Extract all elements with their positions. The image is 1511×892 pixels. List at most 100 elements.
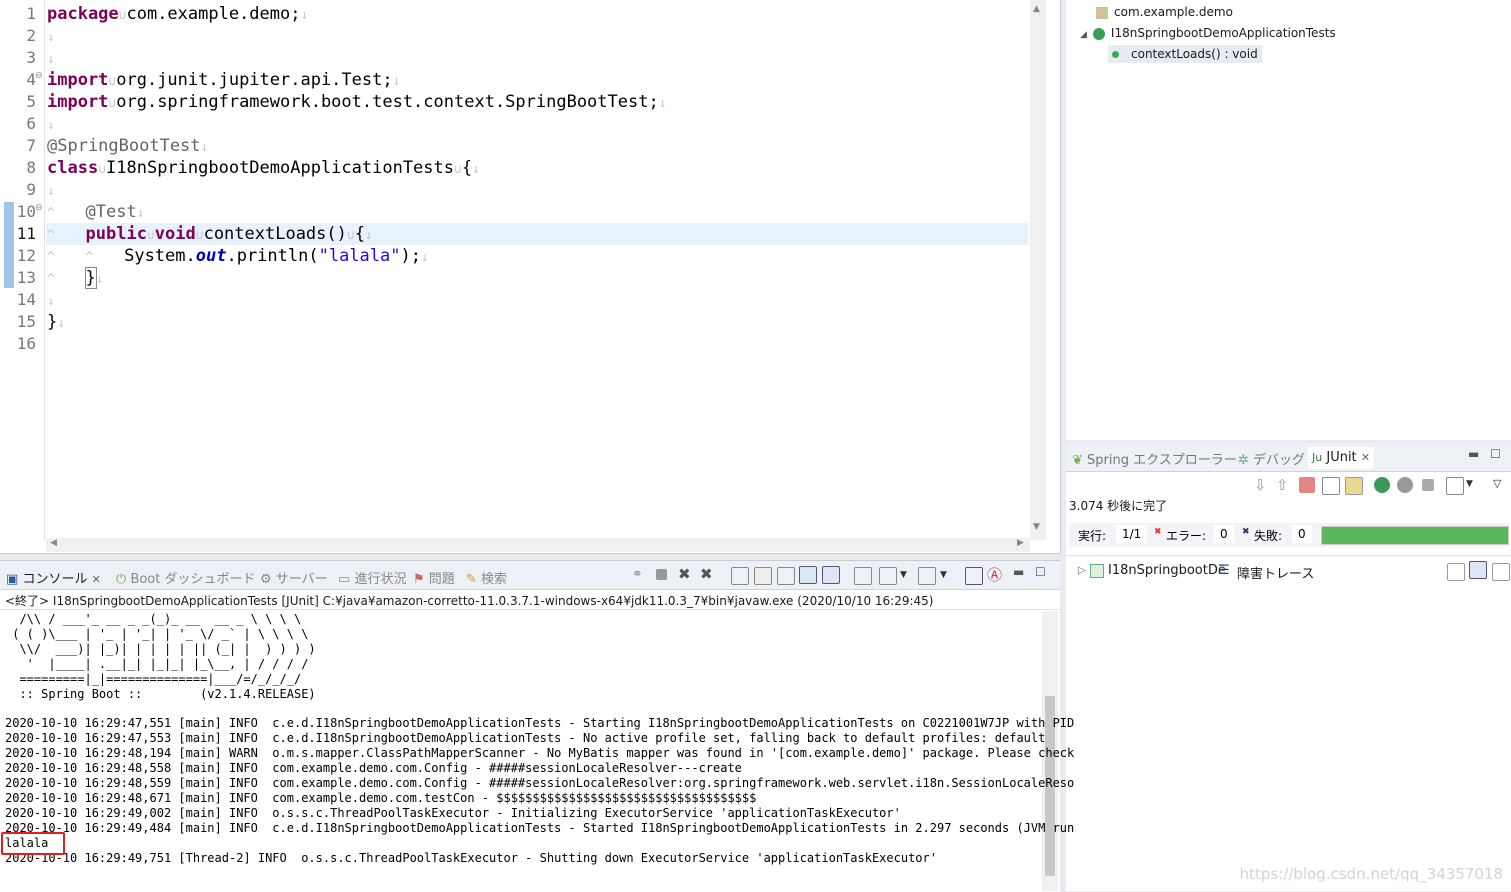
console-line: 2020-10-10 16:29:48,671 [main] INFO com.… xyxy=(5,791,757,805)
minimize-icon[interactable]: ▬ xyxy=(1468,447,1479,461)
show-stderr-icon[interactable] xyxy=(822,566,840,584)
line-number: 4 xyxy=(26,70,36,89)
expand-arrow-icon[interactable]: ▷ xyxy=(1078,565,1086,576)
console-line: /\\ / ___'_ __ _ _(_)_ __ __ _ \ \ \ \ xyxy=(5,612,302,626)
code-line: package∪com.example.demo;↓ xyxy=(47,4,309,24)
error-icon: ✖ xyxy=(1154,527,1162,537)
history-dropdown-icon[interactable]: ▼ xyxy=(1466,479,1473,489)
rerun-test-icon[interactable] xyxy=(1374,477,1390,493)
tab-search[interactable]: ✎ 検索 xyxy=(466,568,507,587)
fold-collapse-icon[interactable]: ⊖ xyxy=(35,203,43,213)
failures-label: 失敗: xyxy=(1254,529,1283,543)
remove-launch-icon[interactable]: ✖ xyxy=(678,565,691,583)
expand-arrow-icon[interactable]: ◢ xyxy=(1080,30,1087,40)
disconnect-icon[interactable]: ⚭ xyxy=(632,567,643,582)
view-menu-icon[interactable]: ▽ xyxy=(1493,477,1501,490)
save-log-icon[interactable] xyxy=(965,567,983,585)
rerun-failed-first-icon[interactable] xyxy=(1397,477,1413,493)
code-editor[interactable]: 1 2 3 4 5 6 7 8 9 10 11 12 13 14 15 16 ⊖… xyxy=(0,0,1061,554)
code-line: import∪org.springframework.boot.test.con… xyxy=(47,92,667,112)
outline-class-item[interactable]: ◢ I18nSpringbootDemoApplicationTests xyxy=(1080,26,1336,40)
compare-result-icon[interactable] xyxy=(1469,561,1487,579)
stop-icon[interactable] xyxy=(1422,479,1434,491)
console-line: 2020-10-10 16:29:48,194 [main] WARN o.m.… xyxy=(5,746,1075,760)
open-console-icon[interactable] xyxy=(918,567,936,585)
word-wrap-icon[interactable] xyxy=(777,567,795,585)
package-icon xyxy=(1096,6,1108,19)
code-line: ↓ xyxy=(47,118,55,133)
maximize-icon[interactable]: ☐ xyxy=(1490,447,1501,461)
servers-icon: ⚙ xyxy=(260,572,272,587)
junit-progress-fill xyxy=(1322,527,1508,544)
runs-value: 1/1 xyxy=(1116,525,1148,543)
maximize-icon[interactable]: ☐ xyxy=(1035,565,1046,579)
pin-console-icon[interactable] xyxy=(854,567,872,585)
code-line: ↓ xyxy=(47,52,55,67)
close-icon[interactable]: ✕ xyxy=(1361,451,1370,464)
tab-boot-dashboard[interactable]: ⏻ Boot ダッシュボード xyxy=(116,568,256,587)
show-stdout-icon[interactable] xyxy=(799,566,817,584)
line-number: 10 xyxy=(16,202,36,221)
outline-package-item[interactable]: com.example.demo xyxy=(1096,5,1233,19)
next-failure-icon[interactable]: ⇩ xyxy=(1254,476,1267,494)
junit-icon: Ju xyxy=(1312,451,1323,464)
scroll-lock-icon[interactable] xyxy=(1322,477,1340,495)
tab-debug[interactable]: ✲ デバッグ xyxy=(1238,449,1305,468)
console-line: ' |____| .__|_| |_|_| |_\__, | / / / / xyxy=(5,657,309,671)
show-failures-only-icon[interactable] xyxy=(1299,477,1315,493)
editor-horizontal-scrollbar[interactable] xyxy=(46,538,1030,552)
search-icon: ✎ xyxy=(466,572,477,587)
editor-vertical-scrollbar[interactable] xyxy=(1030,0,1046,540)
line-number: 12 xyxy=(16,246,36,265)
watermark: https://blog.csdn.net/qq_34357018 xyxy=(1239,865,1503,883)
line-number: 7 xyxy=(26,136,36,155)
line-number: 16 xyxy=(16,334,36,353)
filter-stack-icon[interactable] xyxy=(1447,563,1465,581)
scroll-down-icon[interactable]: ▼ xyxy=(1033,522,1040,532)
console-line: =========|_|==============|___/=/_/_/_/ xyxy=(5,672,302,686)
tab-progress[interactable]: ▭ 進行状況 xyxy=(338,568,406,587)
test-tree-item[interactable]: I18nSpringbootDe xyxy=(1108,563,1226,578)
previous-failure-icon[interactable]: ⇧ xyxy=(1276,476,1289,494)
fold-collapse-icon[interactable]: ⊖ xyxy=(35,71,43,81)
code-line: ^ public∪void∪contextLoads()∪{↓ xyxy=(47,224,373,244)
test-run-history-icon[interactable] xyxy=(1446,477,1464,495)
tab-console[interactable]: ▣ コンソール ✕ xyxy=(6,568,101,587)
display-console-icon[interactable] xyxy=(879,567,897,585)
scroll-right-icon[interactable]: ▶ xyxy=(1017,538,1024,548)
clear-console-icon[interactable] xyxy=(731,567,749,585)
terminate-icon[interactable] xyxy=(656,569,667,580)
copy-trace-icon[interactable] xyxy=(1492,563,1510,581)
tab-servers[interactable]: ⚙ サーバー xyxy=(260,568,328,587)
console-icon: ▣ xyxy=(6,572,19,587)
code-line: import∪org.junit.jupiter.api.Test;↓ xyxy=(47,70,401,90)
close-icon[interactable]: ✕ xyxy=(92,573,101,586)
minimize-icon[interactable]: ▬ xyxy=(1013,565,1024,579)
line-number: 14 xyxy=(16,290,36,309)
outline-method-item[interactable]: contextLoads() : void xyxy=(1108,45,1262,63)
scroll-lock-icon[interactable] xyxy=(754,567,772,585)
problems-icon: ⚑ xyxy=(413,572,425,587)
outline-panel: com.example.demo ◢ I18nSpringbootDemoAppl… xyxy=(1066,0,1511,440)
class-icon xyxy=(1092,27,1105,40)
open-dropdown-icon[interactable]: ▼ xyxy=(940,570,947,580)
tab-junit[interactable]: Ju JUnit ✕ xyxy=(1308,447,1375,469)
scroll-left-icon[interactable]: ◀ xyxy=(50,538,57,548)
errors-value: 0 xyxy=(1214,525,1234,543)
spring-leaf-icon: ❦ xyxy=(1072,453,1083,468)
remove-all-terminated-icon[interactable]: ✖ xyxy=(700,565,713,583)
scroll-up-icon[interactable]: ▲ xyxy=(1033,4,1040,14)
display-dropdown-icon[interactable]: ▼ xyxy=(900,570,907,580)
console-line: \\/ ___)| |_)| | | | | || (_| | ) ) ) ) xyxy=(5,642,316,656)
line-number: 15 xyxy=(16,312,36,331)
console-line: ( ( )\___ | '_ | '_| | '_ \/ _` | \ \ \ … xyxy=(5,627,309,641)
tab-problems[interactable]: ⚑ 問題 xyxy=(413,568,455,587)
spring-boot-icon[interactable]: Ⓐ xyxy=(987,564,1002,585)
console-line: :: Spring Boot :: (v2.1.4.RELEASE) xyxy=(5,687,316,701)
console-process-header: <終了> I18nSpringbootDemoApplicationTests … xyxy=(5,594,934,608)
layout-icon[interactable] xyxy=(1345,477,1363,495)
highlight-box xyxy=(1,832,65,855)
console-line: 2020-10-10 16:29:47,553 [main] INFO c.e.… xyxy=(5,731,1046,745)
tab-spring-explorer[interactable]: ❦ Spring エクスプローラー xyxy=(1072,449,1237,468)
divider xyxy=(1066,555,1511,556)
